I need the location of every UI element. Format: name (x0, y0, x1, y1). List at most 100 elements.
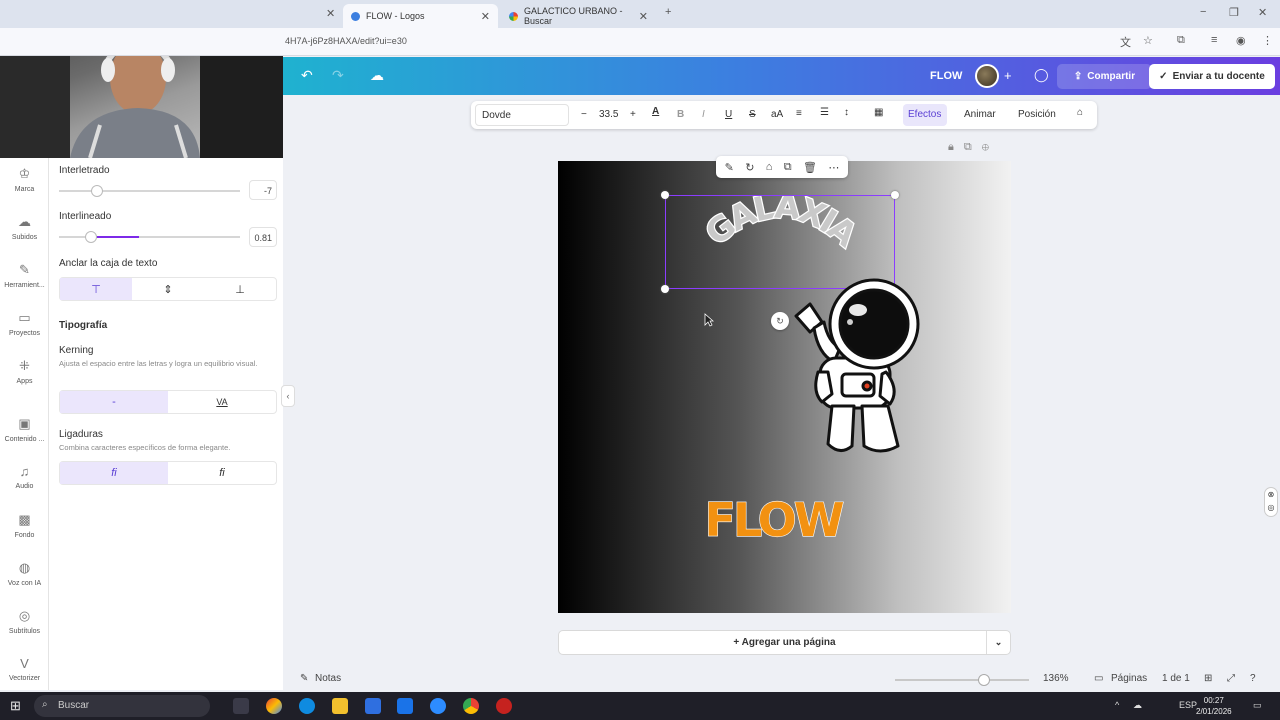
rail-item-uploads[interactable]: ☁ Subidos (0, 214, 49, 241)
line-height-slider[interactable] (59, 231, 240, 243)
add-page-button[interactable]: + Agregar una página ⌄ (558, 630, 1011, 655)
chevron-down-icon[interactable]: ⌄ (986, 631, 1010, 654)
bold-button[interactable]: B (677, 109, 684, 120)
recorder-icon[interactable] (496, 698, 512, 714)
zoom-level[interactable]: 136% (1043, 673, 1069, 684)
taskbar-search-input[interactable]: ⌕ Buscar (34, 695, 210, 717)
new-tab-icon[interactable]: + (665, 6, 671, 18)
rail-item-captions[interactable]: ◎ Subtítulos (0, 608, 49, 635)
add-collaborator-icon[interactable]: + (1004, 68, 1012, 83)
edge-icon[interactable] (299, 698, 315, 714)
rail-item-apps[interactable]: ⁜ Apps (0, 358, 49, 385)
kerning-off-option[interactable]: - (60, 391, 168, 413)
fullscreen-icon[interactable]: ⤢ (1227, 673, 1235, 684)
system-clock[interactable]: 00:27 2/01/2026 (1196, 695, 1232, 717)
decrease-font-size-button[interactable]: − (581, 109, 587, 120)
transparency-icon[interactable]: ▦ (874, 107, 883, 118)
letter-spacing-input[interactable]: -7 (249, 180, 277, 200)
copilot-icon[interactable] (266, 698, 282, 714)
letter-case-button[interactable]: aA (771, 109, 783, 120)
align-center-icon[interactable]: ≡ (796, 108, 802, 119)
close-tab-icon[interactable]: ✕ (481, 10, 490, 23)
language-indicator[interactable]: ESP (1179, 700, 1197, 710)
rail-item-content[interactable]: ▣ Contenido ... (0, 416, 49, 443)
animate-button[interactable]: Animar (964, 109, 996, 120)
side-widget[interactable]: ⊗ ◎ (1264, 487, 1278, 517)
duplicate-icon[interactable]: ⧉ (784, 161, 792, 174)
astronaut-illustration[interactable] (788, 276, 928, 462)
ligature-off-option[interactable]: fi (168, 462, 276, 484)
text-color-button[interactable]: A (652, 106, 659, 117)
anchor-bottom-icon[interactable]: ⊥ (204, 278, 276, 300)
file-explorer-icon[interactable] (332, 698, 348, 714)
line-height-slider-knob[interactable] (85, 231, 97, 243)
rail-item-ai-voice[interactable]: ◍ Voz con IA (0, 560, 49, 587)
grid-view-icon[interactable]: ⊞ (1204, 673, 1212, 684)
duplicate-page-icon[interactable]: ⧉ (964, 141, 982, 153)
zoom-slider[interactable] (895, 679, 1029, 681)
collapse-panel-button[interactable]: ‹ (281, 385, 295, 407)
reading-list-icon[interactable]: ≡ (1211, 34, 1217, 46)
add-page-icon[interactable]: ⊕ (982, 141, 999, 153)
magic-edit-icon[interactable]: ✎ (725, 161, 734, 174)
zoom-app-icon[interactable] (430, 698, 446, 714)
effects-button[interactable]: Efectos (903, 104, 947, 126)
help-icon[interactable]: ? (1250, 673, 1256, 684)
maximize-icon[interactable]: ❐ (1229, 6, 1239, 19)
cloud-save-icon[interactable]: ☁ (370, 67, 384, 84)
browser-tab-flow[interactable]: FLOW - Logos ✕ (343, 4, 498, 28)
project-title[interactable]: FLOW (930, 70, 962, 82)
rotate-handle-icon[interactable]: ↻ (771, 312, 789, 330)
rail-item-background[interactable]: ▩ Fondo (0, 512, 49, 539)
anchor-top-icon[interactable]: ⊤ (60, 278, 132, 300)
resize-handle[interactable] (891, 191, 899, 199)
widget-icon[interactable]: ◎ (1265, 501, 1277, 514)
url-field[interactable]: 4H7A-j6Pz8HAXA/edit?ui=e30 (285, 36, 407, 46)
store-icon[interactable] (365, 698, 381, 714)
avatar[interactable] (975, 64, 999, 88)
share-button[interactable]: ⇪ Compartir (1057, 64, 1152, 89)
rail-item-projects[interactable]: ▭ Proyectos (0, 310, 49, 337)
strikethrough-button[interactable]: S (749, 109, 756, 120)
close-tab-icon[interactable]: ✕ (639, 10, 648, 23)
font-size-input[interactable]: 33.5 (599, 109, 618, 120)
list-icon[interactable]: ☰ (820, 107, 829, 118)
browser-menu-icon[interactable]: ⋮ (1262, 34, 1273, 47)
translate-icon[interactable]: 文 (1120, 34, 1131, 50)
mail-icon[interactable] (397, 698, 413, 714)
rail-item-tools[interactable]: ✎ Herramient... (0, 262, 49, 289)
spacing-icon[interactable]: ↕ (844, 107, 849, 118)
window-close-icon[interactable]: ✕ (1258, 6, 1267, 19)
cloud-tray-icon[interactable]: ☁ (1133, 700, 1142, 711)
more-options-icon[interactable]: ⋯ (828, 161, 839, 174)
redo-icon[interactable]: ↷ (332, 67, 344, 84)
pages-button[interactable]: Páginas (1111, 673, 1147, 684)
italic-button[interactable]: I (702, 109, 705, 120)
notes-button[interactable]: Notas (315, 673, 341, 684)
browser-tab-search[interactable]: GALACTICO URBANO - Buscar ✕ (501, 4, 656, 28)
ligature-on-option[interactable]: fi (60, 462, 168, 484)
bookmark-star-icon[interactable]: ☆ (1143, 34, 1153, 47)
lock-page-icon[interactable]: 🔒︎ (948, 141, 964, 153)
tray-chevron-icon[interactable]: ^ (1115, 700, 1119, 710)
position-button[interactable]: Posición (1018, 109, 1056, 120)
zoom-slider-knob[interactable] (978, 674, 990, 686)
underline-button[interactable]: U (725, 109, 732, 120)
undo-icon[interactable]: ↶ (301, 67, 313, 84)
font-family-select[interactable]: Dovde (475, 104, 569, 126)
close-widget-icon[interactable]: ⊗ (1265, 488, 1277, 501)
resize-handle[interactable] (661, 285, 669, 293)
paint-format-icon[interactable]: ⌂ (1077, 107, 1083, 118)
rail-item-brand[interactable]: ♔ Marca (0, 166, 49, 193)
lock-icon[interactable]: ⌂ (766, 161, 773, 173)
notifications-icon[interactable]: ▭ (1253, 700, 1262, 711)
rail-item-audio[interactable]: ♫ Audio (0, 464, 49, 490)
minimize-icon[interactable]: − (1200, 6, 1206, 18)
close-tab-icon[interactable]: ✕ (326, 7, 335, 20)
comment-icon[interactable]: ◯ (1034, 67, 1049, 83)
submit-to-teacher-button[interactable]: ✓ Enviar a tu docente (1149, 64, 1275, 89)
line-height-input[interactable]: 0.81 (249, 227, 277, 247)
flow-logo-text[interactable]: FLOW (686, 494, 861, 542)
increase-font-size-button[interactable]: + (630, 109, 636, 120)
chrome-icon[interactable] (463, 698, 479, 714)
